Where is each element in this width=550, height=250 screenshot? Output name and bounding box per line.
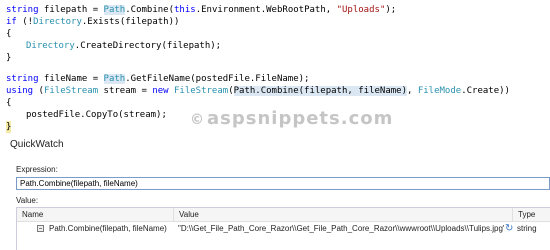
grid-header: Name Value Type: [17, 208, 550, 222]
code-token: string: [6, 74, 39, 84]
code-token: using: [6, 86, 34, 96]
copyright-icon: ©: [190, 112, 205, 128]
code-token: string: [6, 5, 39, 15]
code-line-1: string filepath = Path.Combine(this.Envi…: [6, 4, 396, 16]
column-header-name[interactable]: Name: [17, 208, 174, 221]
row-type: string: [517, 224, 537, 233]
code-line-2: if (!Directory.Exists(filepath)): [6, 16, 179, 28]
code-line-5: }: [6, 53, 12, 63]
code-line-4: Directory.CreateDirectory(filepath);: [26, 40, 221, 52]
code-token: .Create)): [461, 86, 510, 96]
code-token: if: [6, 17, 17, 27]
code-token: .Exists(filepath)): [81, 17, 180, 27]
code-token: new: [152, 86, 169, 96]
code-token: .GetFileName(postedFile.FileName);: [125, 74, 310, 84]
code-token: filepath =: [38, 5, 104, 15]
code-token: Path: [103, 74, 126, 84]
code-token: "Uploads": [336, 5, 386, 15]
selected-expression[interactable]: Path.Combine(filepath, fileName): [233, 86, 407, 96]
code-token: FileStream: [174, 86, 229, 96]
code-token: fileName =: [38, 74, 104, 84]
code-token: (: [33, 86, 44, 96]
code-token: .Combine(: [125, 5, 175, 15]
code-token: Directory: [26, 41, 75, 51]
code-token: Path: [103, 5, 126, 15]
value-grid: Name Value Type Path.Combine(filepath, f…: [16, 207, 550, 250]
code-line-3: {: [6, 29, 12, 39]
code-token: .Environment.WebRootPath,: [195, 5, 337, 15]
code-token: (: [228, 86, 234, 96]
code-token: Directory: [33, 17, 82, 27]
code-editor[interactable]: string filepath = Path.Combine(this.Envi…: [0, 0, 550, 133]
code-token: FileStream: [43, 86, 99, 96]
code-token: .CreateDirectory(filepath);: [74, 41, 222, 51]
column-header-value[interactable]: Value: [174, 208, 513, 221]
code-line-7: using (FileStream stream = new FileStrea…: [6, 85, 510, 97]
row-value: "D:\\Get_File_Path_Core_Razor\\Get_File_…: [178, 224, 504, 233]
code-token: FileMode: [417, 86, 462, 96]
row-name: Path.Combine(filepath, fileName): [49, 224, 167, 233]
code-token: this: [174, 5, 196, 15]
code-token: ,: [407, 86, 418, 96]
code-line-8: {: [6, 98, 12, 108]
property-icon: [37, 225, 44, 232]
column-header-type[interactable]: Type: [513, 208, 550, 221]
refresh-icon[interactable]: ↻: [505, 223, 513, 235]
code-line-6: string fileName = Path.GetFileName(poste…: [6, 73, 309, 85]
expression-label: Expression:: [16, 165, 58, 174]
code-token: (!: [16, 17, 34, 27]
watermark: © aspsnippets.com: [190, 110, 393, 128]
code-token: stream =: [98, 86, 153, 96]
value-label: Value:: [16, 196, 39, 205]
code-token: );: [385, 5, 397, 15]
watermark-text: aspsnippets.com: [207, 108, 394, 129]
quickwatch-title: QuickWatch: [10, 139, 64, 150]
code-line-10: }: [6, 121, 12, 133]
table-row[interactable]: Path.Combine(filepath, fileName) "D:\\Ge…: [17, 222, 550, 236]
code-line-9: postedFile.CopyTo(stream);: [26, 110, 167, 120]
expression-input[interactable]: Path.Combine(filepath, fileName): [16, 177, 550, 190]
